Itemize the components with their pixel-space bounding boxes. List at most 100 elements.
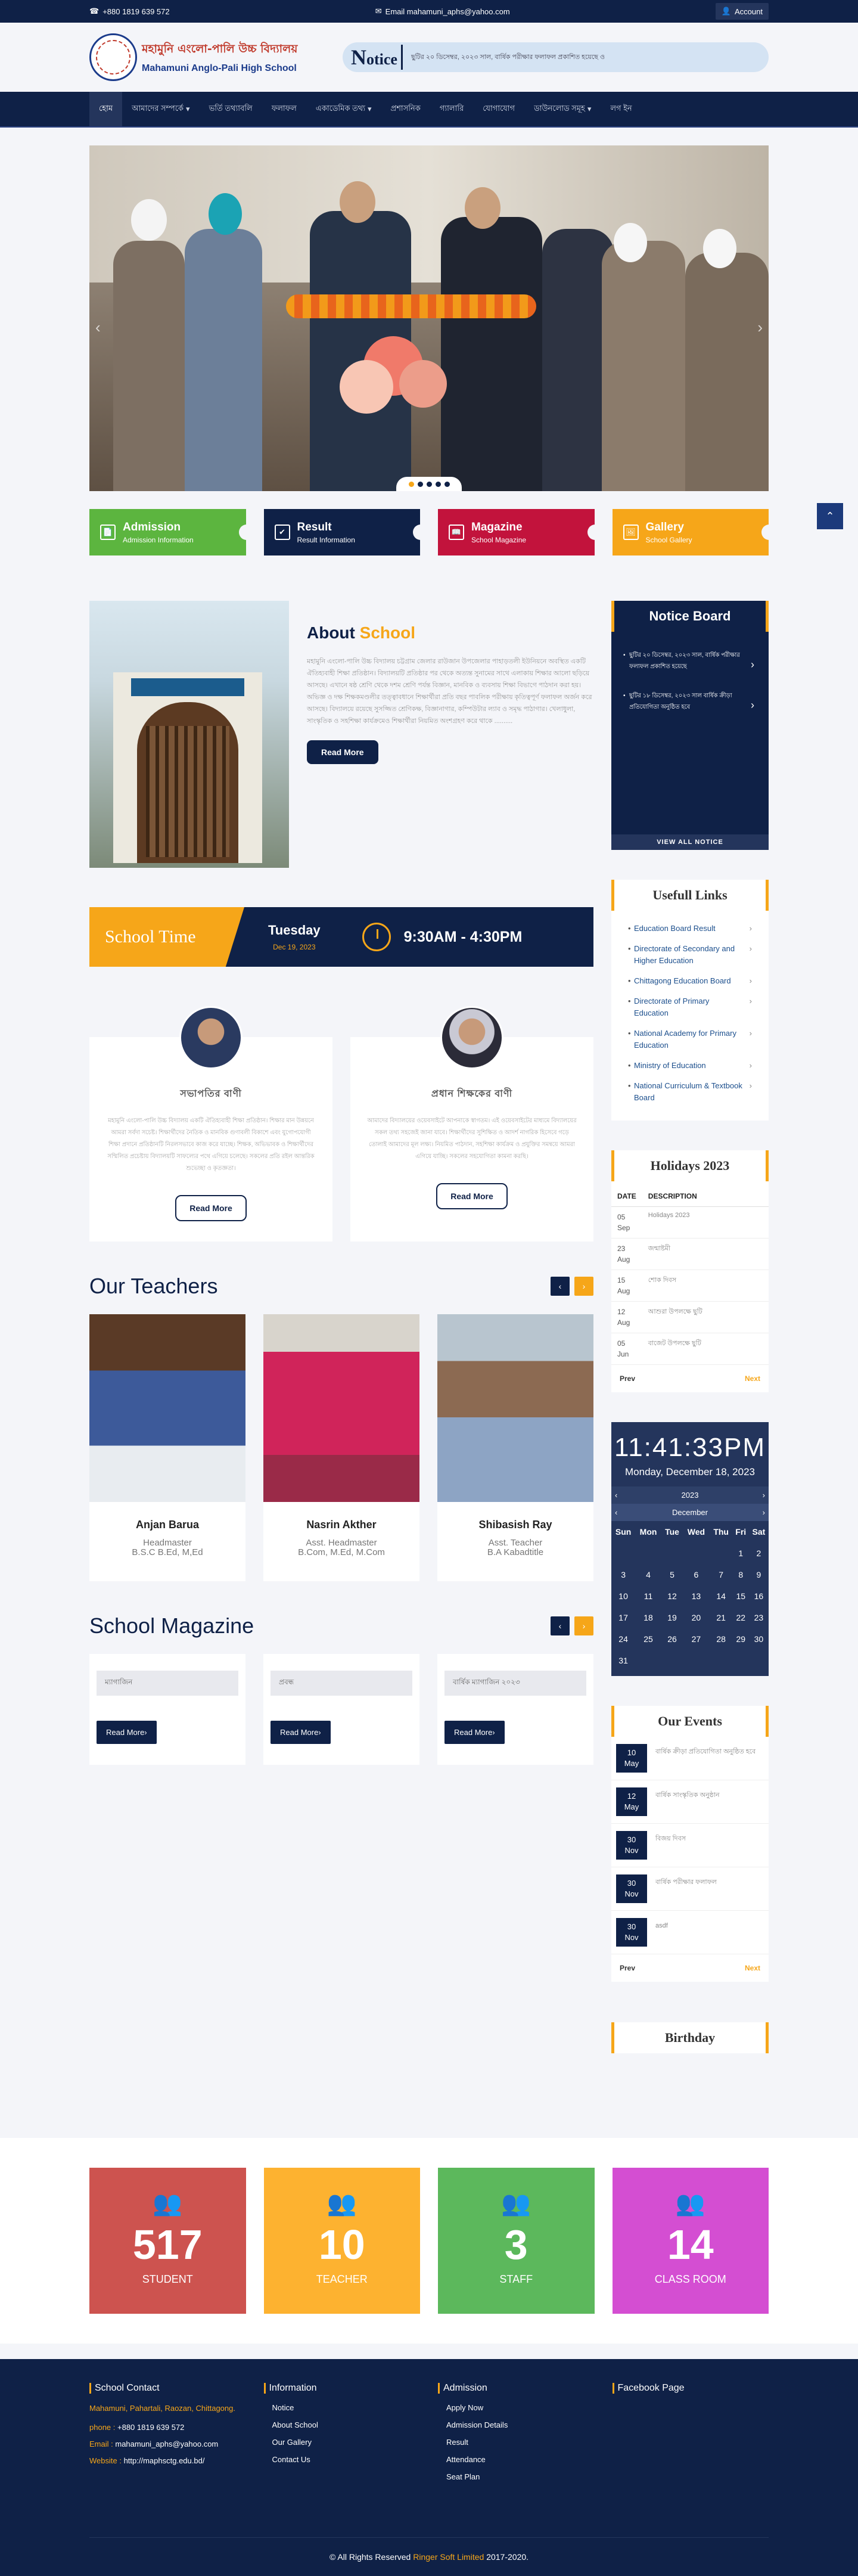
calendar-day[interactable]: 13 <box>683 1585 710 1607</box>
calendar-day[interactable]: 27 <box>683 1628 710 1650</box>
calendar-day[interactable]: 29 <box>733 1628 749 1650</box>
nav-item-8[interactable]: ডাউনলোড সমূহ ▾ <box>524 92 601 126</box>
notice-item[interactable]: ছুটির ১৮ ডিসেম্বর, ২০২৩ সাল বার্ষিক ক্রী… <box>623 690 757 713</box>
nav-item-0[interactable]: হোম <box>89 92 123 126</box>
footer-admission-link[interactable]: Apply Now <box>446 2403 595 2412</box>
nav-item-7[interactable]: যোগাযোগ <box>473 92 524 126</box>
calendar-day[interactable]: 20 <box>683 1607 710 1628</box>
events-prev-button[interactable]: Prev <box>620 1964 635 1972</box>
useful-link[interactable]: National Curriculum & Textbook Board <box>628 1080 752 1104</box>
magazine-read-more-button[interactable]: Read More› <box>271 1721 331 1744</box>
useful-link[interactable]: National Academy for Primary Education <box>628 1028 752 1051</box>
event-item[interactable]: 30 Nov বিজয় দিবস <box>611 1824 769 1867</box>
hero-slider[interactable]: ‹ › <box>89 145 769 491</box>
calendar-day[interactable]: 15 <box>733 1585 749 1607</box>
calendar-day[interactable]: 8 <box>733 1564 749 1585</box>
quick-link-gallery[interactable]: 🖼 Gallery School Gallery <box>612 509 777 555</box>
calendar-day[interactable]: 1 <box>733 1543 749 1564</box>
nav-item-4[interactable]: একাডেমিক তথ্য ▾ <box>306 92 381 126</box>
quick-link-admission[interactable]: 📄 Admission Admission Information <box>89 509 254 555</box>
teachers-prev-button[interactable]: ‹ <box>551 1277 570 1296</box>
event-item[interactable]: 10 May বার্ষিক ক্রীড়া প্রতিযোগিতা অনুষ্ঠি… <box>611 1737 769 1780</box>
calendar-day[interactable]: 30 <box>749 1628 769 1650</box>
slider-dot[interactable] <box>444 481 450 487</box>
calendar-day[interactable]: 10 <box>611 1585 635 1607</box>
calendar-day[interactable]: 4 <box>635 1564 661 1585</box>
event-item[interactable]: 12 May বার্ষিক সাংস্কৃতিক অনুষ্ঠান <box>611 1780 769 1824</box>
copyright-company-link[interactable]: Ringer Soft Limited <box>413 2552 484 2562</box>
events-next-button[interactable]: Next <box>745 1964 760 1972</box>
footer-info-link[interactable]: Our Gallery <box>272 2438 421 2447</box>
calendar-day[interactable]: 23 <box>749 1607 769 1628</box>
slider-prev-arrow-icon[interactable]: ‹ <box>95 318 101 337</box>
nav-item-9[interactable]: লগ ইন <box>601 92 641 126</box>
school-logo[interactable]: মহামুনি এংলো-পালি উচ্চ বিদ্যালয় Mahamun… <box>89 33 297 81</box>
calendar-day[interactable]: 16 <box>749 1585 769 1607</box>
nav-item-2[interactable]: ভর্তি তথ্যাবলি <box>200 92 262 126</box>
slider-next-arrow-icon[interactable]: › <box>757 318 763 337</box>
useful-link[interactable]: Directorate of Primary Education <box>628 995 752 1019</box>
magazine-read-more-button[interactable]: Read More› <box>97 1721 157 1744</box>
calendar-day[interactable]: 2 <box>749 1543 769 1564</box>
calendar-day[interactable]: 26 <box>661 1628 683 1650</box>
holidays-next-button[interactable]: Next <box>745 1374 760 1383</box>
calendar-day[interactable]: 14 <box>710 1585 733 1607</box>
calendar-day[interactable]: 3 <box>611 1564 635 1585</box>
footer-email[interactable]: mahamuni_aphs@yahoo.com <box>115 2440 218 2448</box>
calendar-day[interactable]: 24 <box>611 1628 635 1650</box>
calendar-day[interactable]: 31 <box>611 1650 635 1671</box>
calendar-day[interactable]: 21 <box>710 1607 733 1628</box>
calendar-month[interactable]: December <box>672 1508 708 1517</box>
slider-dot[interactable] <box>435 481 441 487</box>
magazine-read-more-button[interactable]: Read More› <box>444 1721 505 1744</box>
about-read-more-button[interactable]: Read More <box>307 740 378 764</box>
useful-link[interactable]: Ministry of Education <box>628 1060 752 1072</box>
calendar-day[interactable]: 11 <box>635 1585 661 1607</box>
footer-info-link[interactable]: About School <box>272 2420 421 2429</box>
event-item[interactable]: 30 Nov asdf <box>611 1911 769 1954</box>
footer-info-link[interactable]: Notice <box>272 2403 421 2412</box>
message-read-more-button[interactable]: Read More <box>175 1195 247 1221</box>
calendar-day[interactable]: 6 <box>683 1564 710 1585</box>
footer-info-link[interactable]: Contact Us <box>272 2455 421 2464</box>
quick-link-result[interactable]: ✔ Result Result Information <box>263 509 428 555</box>
notice-item[interactable]: ছুটির ২০ ডিসেম্বর, ২০২৩ সাল, বার্ষিক পরী… <box>623 650 757 672</box>
quick-link-magazine[interactable]: 📖 Magazine School Magazine <box>438 509 602 555</box>
slider-dots[interactable] <box>396 477 462 491</box>
calendar-day[interactable]: 22 <box>733 1607 749 1628</box>
useful-link[interactable]: Chittagong Education Board <box>628 975 752 987</box>
magazine-next-button[interactable]: › <box>574 1616 593 1635</box>
calendar-prev-month-icon[interactable]: ‹ <box>615 1508 617 1517</box>
footer-admission-link[interactable]: Attendance <box>446 2455 595 2464</box>
teacher-card[interactable]: Shibasish Ray Asst. Teacher B.A Kabadtitle <box>437 1314 593 1581</box>
calendar-day[interactable]: 17 <box>611 1607 635 1628</box>
calendar-next-month-icon[interactable]: › <box>763 1508 765 1517</box>
scroll-to-top-button[interactable]: ⌃ <box>817 503 843 529</box>
nav-item-6[interactable]: গ্যালারি <box>430 92 473 126</box>
notice-ticker-text[interactable]: ছুটির ২০ ডিসেম্বর, ২০২৩ সাল, বার্ষিক পরী… <box>411 52 605 63</box>
nav-item-1[interactable]: আমাদের সম্পর্কে ▾ <box>122 92 199 126</box>
holidays-prev-button[interactable]: Prev <box>620 1374 635 1383</box>
footer-admission-link[interactable]: Result <box>446 2438 595 2447</box>
view-all-notice-button[interactable]: VIEW ALL NOTICE <box>611 834 769 850</box>
calendar-day[interactable]: 9 <box>749 1564 769 1585</box>
calendar-day[interactable]: 18 <box>635 1607 661 1628</box>
teacher-card[interactable]: Anjan Barua Headmaster B.S.C B.Ed, M,Ed <box>89 1314 245 1581</box>
message-read-more-button[interactable]: Read More <box>436 1183 508 1209</box>
event-item[interactable]: 30 Nov বার্ষিক পরীক্ষার ফলাফল <box>611 1867 769 1911</box>
account-button[interactable]: 👤 Account <box>715 3 769 20</box>
calendar-day[interactable]: 7 <box>710 1564 733 1585</box>
slider-dot[interactable] <box>417 481 423 487</box>
calendar-day[interactable]: 12 <box>661 1585 683 1607</box>
teacher-card[interactable]: Nasrin Akther Asst. Headmaster B.Com, M.Ed… <box>263 1314 419 1581</box>
footer-admission-link[interactable]: Admission Details <box>446 2420 595 2429</box>
slider-dot[interactable] <box>426 481 432 487</box>
footer-admission-link[interactable]: Seat Plan <box>446 2472 595 2481</box>
useful-link[interactable]: Directorate of Secondary and Higher Educ… <box>628 943 752 967</box>
calendar-day[interactable]: 28 <box>710 1628 733 1650</box>
slider-dot[interactable] <box>408 481 414 487</box>
calendar-day[interactable]: 19 <box>661 1607 683 1628</box>
nav-item-3[interactable]: ফলাফল <box>262 92 306 126</box>
calendar-prev-year-icon[interactable]: ‹ <box>615 1491 617 1500</box>
calendar-day[interactable]: 5 <box>661 1564 683 1585</box>
